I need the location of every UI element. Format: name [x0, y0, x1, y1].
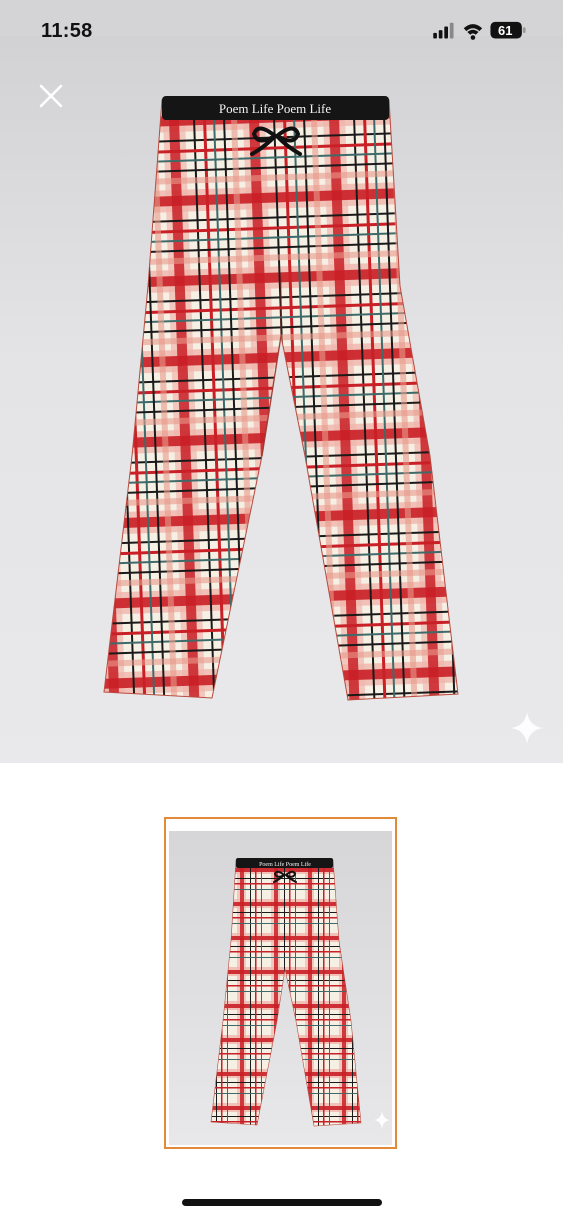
- sparkle-icon: [511, 712, 543, 744]
- status-bar: 11:58 61: [0, 0, 563, 42]
- image-viewer[interactable]: Poem Life Poem Life: [0, 36, 563, 763]
- thumbnail-product-image: Poem Life Poem Life: [210, 858, 390, 1129]
- wifi-icon: [463, 24, 483, 40]
- waistband-text: Poem Life Poem Life: [219, 101, 332, 116]
- battery-icon: 61: [490, 21, 526, 39]
- close-button[interactable]: [34, 79, 68, 113]
- status-icons: 61: [433, 21, 526, 40]
- battery-level: 61: [498, 23, 512, 38]
- status-time: 11:58: [41, 20, 93, 42]
- product-image: Poem Life Poem Life: [103, 96, 459, 701]
- thumbnail-image: Poem Life Poem Life: [169, 831, 392, 1145]
- home-indicator[interactable]: [182, 1199, 382, 1206]
- thumbnail-waistband-text: Poem Life Poem Life: [259, 861, 311, 868]
- cellular-signal-icon: [433, 22, 454, 39]
- close-icon: [39, 84, 63, 108]
- thumbnail-selected[interactable]: Poem Life Poem Life: [164, 817, 397, 1149]
